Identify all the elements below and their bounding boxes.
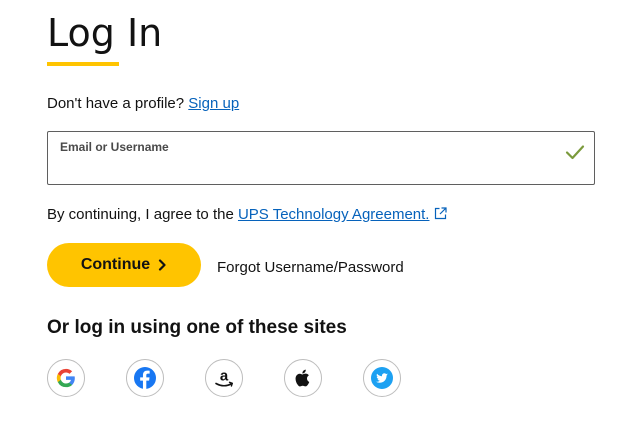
twitter-icon bbox=[371, 367, 393, 389]
email-input[interactable] bbox=[59, 158, 549, 178]
google-icon bbox=[56, 368, 75, 388]
chevron-right-icon bbox=[159, 259, 166, 271]
title-wrap: Log In bbox=[47, 8, 162, 58]
agreement-prefix: By continuing, I agree to the bbox=[47, 206, 234, 223]
apple-icon bbox=[295, 369, 310, 387]
apple-login-button[interactable] bbox=[284, 359, 322, 397]
amazon-icon: a bbox=[215, 368, 233, 387]
technology-agreement-link-label: UPS Technology Agreement. bbox=[237, 206, 430, 223]
google-login-button[interactable] bbox=[47, 359, 85, 397]
social-login-heading: Or log in using one of these sites bbox=[47, 317, 347, 338]
title-underline bbox=[47, 62, 119, 66]
facebook-icon bbox=[134, 367, 156, 389]
amazon-login-button[interactable]: a bbox=[205, 359, 243, 397]
twitter-login-button[interactable] bbox=[363, 359, 401, 397]
check-icon bbox=[565, 145, 585, 160]
signup-prompt: Don't have a profile? bbox=[47, 95, 185, 112]
external-link-icon bbox=[435, 207, 448, 220]
agreement-line: By continuing, I agree to the UPS Techno… bbox=[47, 205, 448, 225]
email-field-label: Email or Username bbox=[60, 140, 169, 154]
facebook-login-button[interactable] bbox=[126, 359, 164, 397]
forgot-username-password-link[interactable]: Forgot Username/Password bbox=[217, 258, 404, 278]
signup-link[interactable]: Sign up bbox=[188, 95, 239, 112]
technology-agreement-link[interactable]: UPS Technology Agreement. bbox=[238, 206, 430, 223]
page-title: Log In bbox=[47, 11, 163, 55]
social-login-row: a bbox=[47, 359, 401, 397]
continue-button[interactable]: Continue bbox=[47, 243, 201, 287]
email-field[interactable]: Email or Username bbox=[47, 131, 595, 185]
login-page: Log In Don't have a profile? Sign up Ema… bbox=[0, 0, 622, 424]
svg-text:a: a bbox=[220, 368, 229, 385]
signup-line: Don't have a profile? Sign up bbox=[47, 94, 239, 114]
continue-button-label: Continue bbox=[80, 256, 151, 273]
